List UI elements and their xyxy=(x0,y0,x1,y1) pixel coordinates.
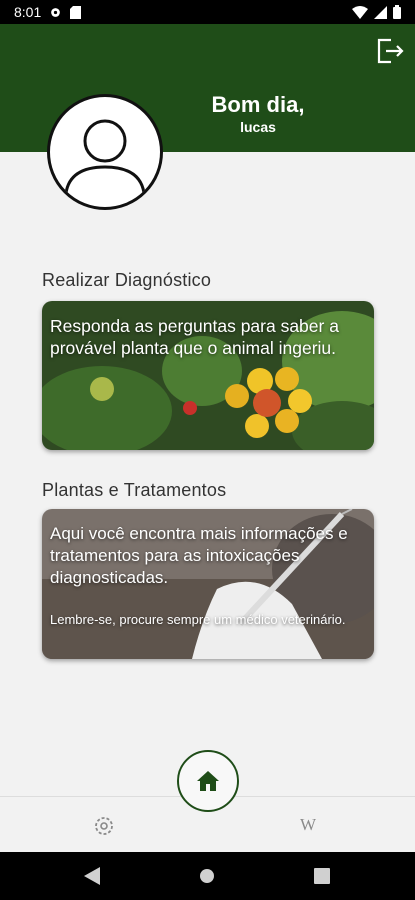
greeting: Bom dia, lucas xyxy=(170,92,346,136)
home-button[interactable] xyxy=(177,750,239,812)
greeting-title: Bom dia, xyxy=(211,92,305,117)
status-time: 8:01 xyxy=(14,4,42,20)
back-icon[interactable] xyxy=(84,867,100,885)
diagnostico-section-title: Realizar Diagnóstico xyxy=(42,270,212,290)
diagnostico-card-text: Responda as perguntas para saber a prová… xyxy=(50,316,339,358)
battery-icon xyxy=(393,5,401,19)
home-circle-icon[interactable] xyxy=(199,868,215,884)
wiki-icon[interactable]: W xyxy=(300,815,316,835)
plantas-card-text: Aqui você encontra mais informações e tr… xyxy=(50,524,348,587)
home-icon xyxy=(197,771,219,791)
settings-icon[interactable] xyxy=(92,814,116,838)
sd-card-icon xyxy=(70,5,82,19)
greeting-username: lucas xyxy=(240,119,276,135)
plantas-section-title: Plantas e Tratamentos xyxy=(42,480,227,500)
diagnostico-card[interactable]: Responda as perguntas para saber a prová… xyxy=(42,301,374,450)
signal-icon xyxy=(374,5,387,19)
logout-icon[interactable] xyxy=(375,36,405,66)
gear-icon xyxy=(51,7,61,17)
plantas-card-note: Lembre-se, procure sempre um médico vete… xyxy=(50,612,346,627)
wifi-icon xyxy=(352,5,368,19)
status-bar: 8:01 xyxy=(0,0,415,24)
plantas-card[interactable]: Aqui você encontra mais informações e tr… xyxy=(42,509,374,659)
recents-icon[interactable] xyxy=(314,868,330,884)
user-icon xyxy=(64,119,146,194)
system-navigation-bar xyxy=(0,852,415,900)
avatar[interactable] xyxy=(47,94,163,210)
